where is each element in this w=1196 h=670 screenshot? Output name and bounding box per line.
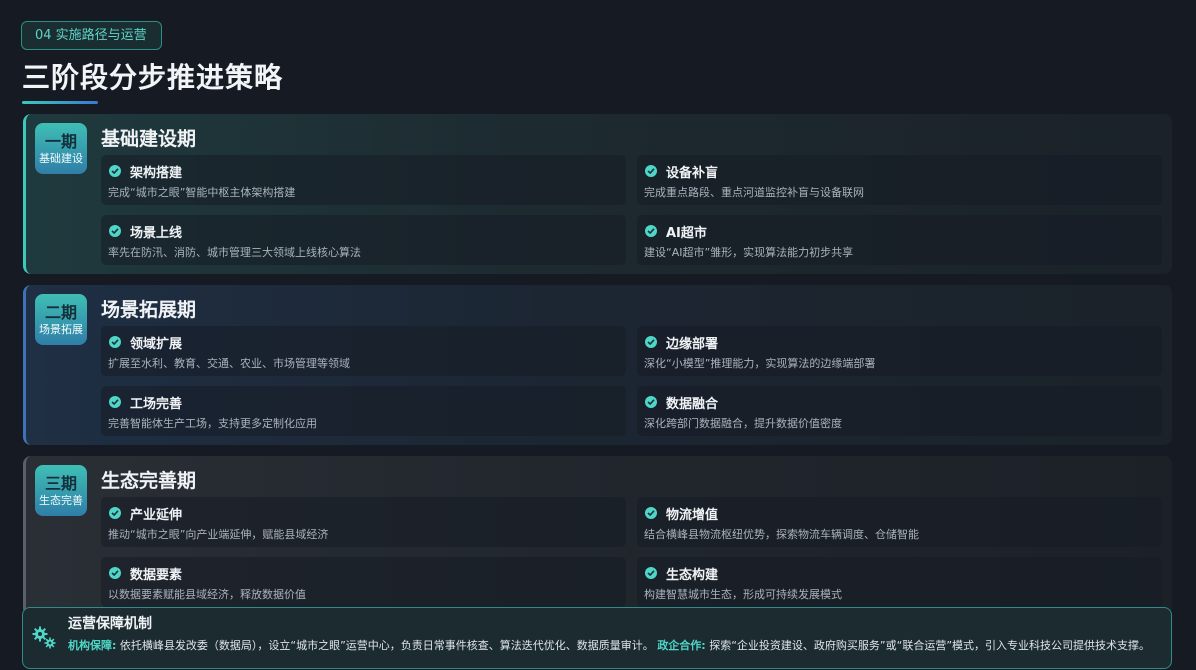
check-icon [645, 507, 657, 519]
phase-item: 产业延伸 推动“城市之眼”向产业端延伸，赋能县域经济 [101, 497, 626, 547]
check-icon [109, 507, 121, 519]
check-icon [645, 165, 657, 177]
item-title: 场景上线 [130, 226, 183, 241]
check-icon [109, 225, 121, 237]
phase-item: 数据融合 深化跨部门数据融合，提升数据价值密度 [637, 386, 1162, 436]
item-desc: 以数据要素赋能县域经济，释放数据价值 [108, 588, 306, 601]
item-desc: 完成“城市之眼”智能中枢主体架构搭建 [108, 186, 296, 199]
check-icon [645, 567, 657, 579]
page-title: 三阶段分步推进策略 [22, 61, 284, 94]
phase-item: 架构搭建 完成“城市之眼”智能中枢主体架构搭建 [101, 155, 626, 205]
phase-badge: 二期 场景拓展 [35, 294, 87, 345]
item-desc: 完善智能体生产工场，支持更多定制化应用 [108, 417, 317, 430]
phase-title: 场景拓展期 [101, 299, 197, 321]
item-title: 工场完善 [130, 397, 183, 412]
phase-badge-main: 二期 [44, 303, 77, 322]
check-icon [645, 336, 657, 348]
item-desc: 深化“小模型”推理能力，实现算法的边缘端部署 [644, 357, 876, 370]
phase-item: 领域扩展 扩展至水利、教育、交通、农业、市场管理等领域 [101, 326, 626, 376]
item-title: 领域扩展 [130, 337, 183, 352]
item-title: 边缘部署 [666, 337, 719, 352]
phase-badge-sub: 生态完善 [39, 494, 83, 507]
phase-item: 设备补盲 完成重点路段、重点河道监控补盲与设备联网 [637, 155, 1162, 205]
section-tag: 04 实施路径与运营 [21, 21, 162, 50]
item-title: AI超市 [666, 226, 707, 241]
phase-title: 生态完善期 [101, 470, 197, 492]
phase-card-3: 三期 生态完善 生态完善期 产业延伸 推动“城市之眼”向产业端延伸，赋能县域经济… [23, 456, 1172, 616]
phase-item: AI超市 建设“AI超市”雏形，实现算法能力初步共享 [637, 215, 1162, 265]
item-title: 设备补盲 [666, 166, 719, 181]
check-icon [645, 225, 657, 237]
item-desc: 构建智慧城市生态，形成可持续发展模式 [644, 588, 842, 601]
phase-badge-sub: 基础建设 [39, 152, 83, 165]
phase-card-1: 一期 基础建设 基础建设期 架构搭建 完成“城市之眼”智能中枢主体架构搭建 设备… [23, 114, 1172, 274]
ops-guarantee-panel: 运营保障机制 机构保障: 依托横峰县发改委（数据局），设立“城市之眼”运营中心，… [22, 607, 1172, 669]
phase-badge: 三期 生态完善 [35, 465, 87, 516]
item-desc: 深化跨部门数据融合，提升数据价值密度 [644, 417, 842, 430]
item-title: 数据要素 [130, 568, 183, 583]
item-desc: 建设“AI超市”雏形，实现算法能力初步共享 [644, 246, 854, 259]
phase-item: 生态构建 构建智慧城市生态，形成可持续发展模式 [637, 557, 1162, 607]
phase-badge: 一期 基础建设 [35, 123, 87, 174]
item-title: 数据融合 [666, 397, 719, 412]
item-desc: 完成重点路段、重点河道监控补盲与设备联网 [644, 186, 864, 199]
title-underline [22, 101, 98, 104]
phase-title: 基础建设期 [101, 128, 197, 150]
check-icon [109, 165, 121, 177]
item-desc: 扩展至水利、教育、交通、农业、市场管理等领域 [108, 357, 350, 370]
gears-icon [31, 624, 57, 650]
item-title: 架构搭建 [130, 166, 183, 181]
item-desc: 推动“城市之眼”向产业端延伸，赋能县域经济 [108, 528, 329, 541]
item-desc: 率先在防汛、消防、城市管理三大领域上线核心算法 [108, 246, 361, 259]
phase-item: 数据要素 以数据要素赋能县域经济，释放数据价值 [101, 557, 626, 607]
check-icon [109, 567, 121, 579]
item-title: 生态构建 [666, 568, 719, 583]
check-icon [645, 396, 657, 408]
ops-text-cooperation: 探索“企业投资建设、政府购买服务”或“联合运营”模式，引入专业科技公司提供技术支… [709, 639, 1151, 652]
phase-badge-main: 三期 [44, 474, 77, 493]
item-desc: 结合横峰县物流枢纽优势，探索物流车辆调度、仓储智能 [644, 528, 919, 541]
check-icon [109, 396, 121, 408]
ops-title: 运营保障机制 [68, 616, 152, 632]
phase-item: 物流增值 结合横峰县物流枢纽优势，探索物流车辆调度、仓储智能 [637, 497, 1162, 547]
phase-card-2: 二期 场景拓展 场景拓展期 领域扩展 扩展至水利、教育、交通、农业、市场管理等领… [23, 285, 1172, 445]
item-title: 产业延伸 [130, 508, 183, 523]
check-icon [109, 336, 121, 348]
phase-item: 边缘部署 深化“小模型”推理能力，实现算法的边缘端部署 [637, 326, 1162, 376]
ops-label-institution: 机构保障: [68, 639, 117, 652]
phase-badge-main: 一期 [44, 132, 77, 151]
ops-text-institution: 依托横峰县发改委（数据局），设立“城市之眼”运营中心，负责日常事件核查、算法迭代… [119, 639, 654, 652]
ops-text: 机构保障: 依托横峰县发改委（数据局），设立“城市之眼”运营中心，负责日常事件核… [68, 637, 1150, 653]
phase-item: 工场完善 完善智能体生产工场，支持更多定制化应用 [101, 386, 626, 436]
item-title: 物流增值 [666, 508, 719, 523]
ops-label-cooperation: 政企合作: [657, 639, 706, 652]
phase-item: 场景上线 率先在防汛、消防、城市管理三大领域上线核心算法 [101, 215, 626, 265]
phase-badge-sub: 场景拓展 [39, 323, 83, 336]
